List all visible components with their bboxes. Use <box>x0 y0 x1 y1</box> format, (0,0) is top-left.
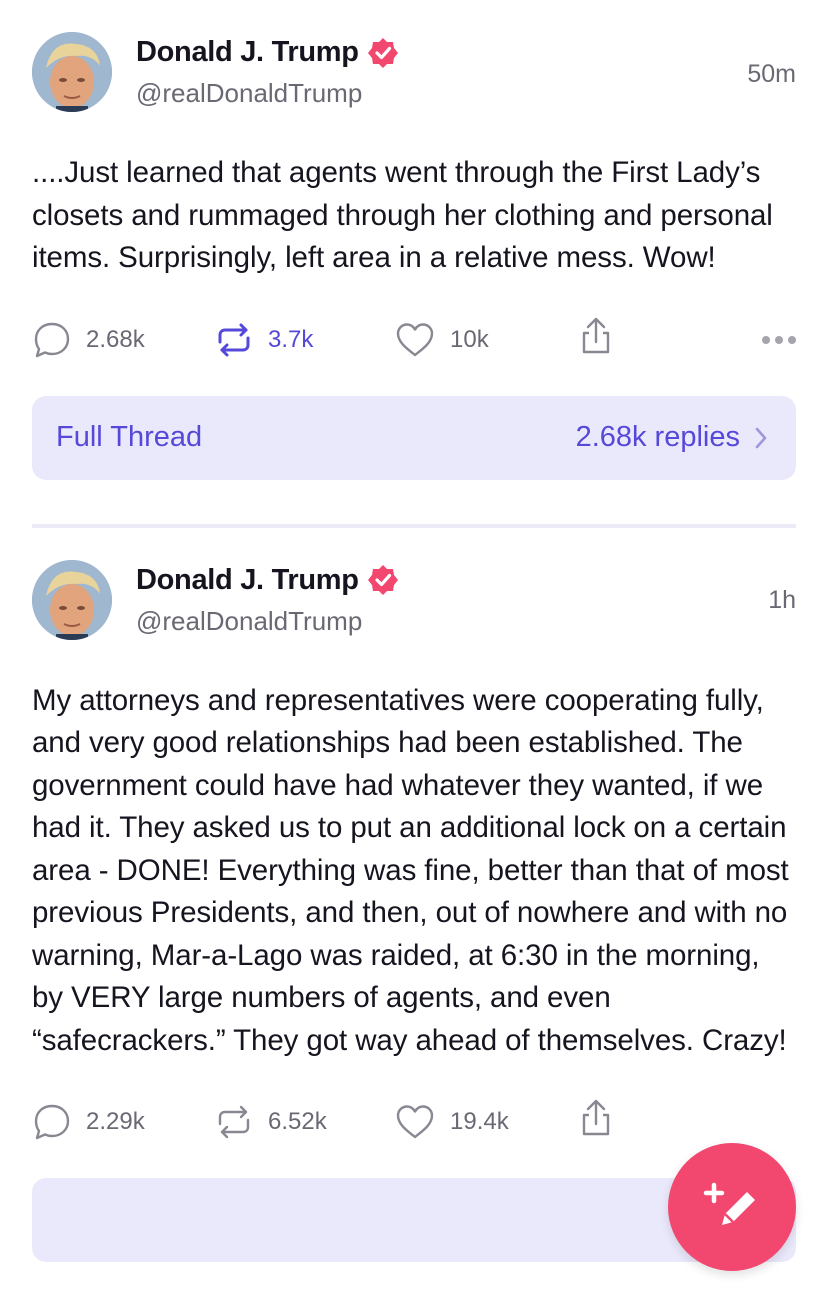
verified-badge-icon <box>367 37 398 68</box>
more-dots-icon <box>775 335 783 344</box>
reply-count: 2.68k <box>86 325 145 353</box>
post-header: Donald J. Trump @realDonaldTrump 1h <box>32 559 796 680</box>
repost-arrows-icon <box>218 323 250 356</box>
heart-icon <box>396 322 434 356</box>
avatar-portrait-icon <box>32 559 112 640</box>
author-handle[interactable]: @realDonaldTrump <box>136 78 362 109</box>
post-text: ....Just learned that agents went throug… <box>32 156 773 274</box>
share-icon <box>582 317 610 353</box>
post[interactable]: Donald J. Trump @realDonaldTrump 50m ...… <box>0 0 828 480</box>
thread-label: Full Thread <box>56 421 203 453</box>
chevron-right-icon <box>755 427 767 448</box>
compose-button[interactable] <box>668 1143 796 1271</box>
like-button[interactable]: 10k <box>394 320 489 360</box>
more-dots-icon <box>788 335 796 344</box>
repost-button[interactable]: 3.7k <box>214 320 313 360</box>
author-name[interactable]: Donald J. Trump <box>136 36 359 69</box>
avatar-portrait-icon <box>32 32 112 112</box>
heart-icon <box>396 1105 434 1139</box>
repost-count: 6.52k <box>268 1108 327 1135</box>
like-count: 19.4k <box>450 1108 509 1135</box>
repost-arrows-icon <box>218 1105 250 1139</box>
compose-pencil-icon <box>703 1182 755 1225</box>
thread-replies: 2.68k replies <box>576 421 768 454</box>
verified-badge-icon <box>367 565 398 595</box>
post-actions: 2.68k 3.7k 10k <box>32 312 796 372</box>
repost-count: 3.7k <box>268 325 314 353</box>
like-count: 10k <box>450 325 489 353</box>
avatar[interactable] <box>32 559 112 640</box>
post-timestamp[interactable]: 50m <box>747 60 796 89</box>
post-header: Donald J. Trump @realDonaldTrump 50m <box>32 32 796 152</box>
reply-count: 2.29k <box>86 1108 145 1135</box>
full-thread-button[interactable]: Full Thread 2.68k replies <box>32 395 796 480</box>
reply-button[interactable]: 2.29k <box>32 1102 145 1142</box>
author-row: Donald J. Trump <box>136 564 399 597</box>
repost-button[interactable]: 6.52k <box>214 1102 327 1142</box>
author-row: Donald J. Trump <box>136 36 399 69</box>
avatar[interactable] <box>32 32 112 112</box>
more-dots-icon <box>762 335 770 344</box>
share-icon <box>582 1099 610 1136</box>
reply-button[interactable]: 2.68k <box>32 320 145 360</box>
author-handle[interactable]: @realDonaldTrump <box>136 606 362 637</box>
more-options-button[interactable] <box>762 335 796 344</box>
share-button[interactable] <box>578 316 614 356</box>
share-button[interactable] <box>578 1098 614 1138</box>
post-actions: 2.29k 6.52k 19.4k <box>32 1094 796 1154</box>
speech-bubble-icon <box>34 1104 70 1140</box>
like-button[interactable]: 19.4k <box>394 1102 509 1142</box>
speech-bubble-icon <box>34 322 70 357</box>
timeline-feed: Donald J. Trump @realDonaldTrump 50m ...… <box>0 0 828 1262</box>
post-text: My attorneys and representatives were co… <box>32 683 789 1057</box>
author-name[interactable]: Donald J. Trump <box>136 564 359 597</box>
thread-replies-count: 2.68k replies <box>575 421 740 453</box>
post-timestamp[interactable]: 1h <box>768 586 796 615</box>
